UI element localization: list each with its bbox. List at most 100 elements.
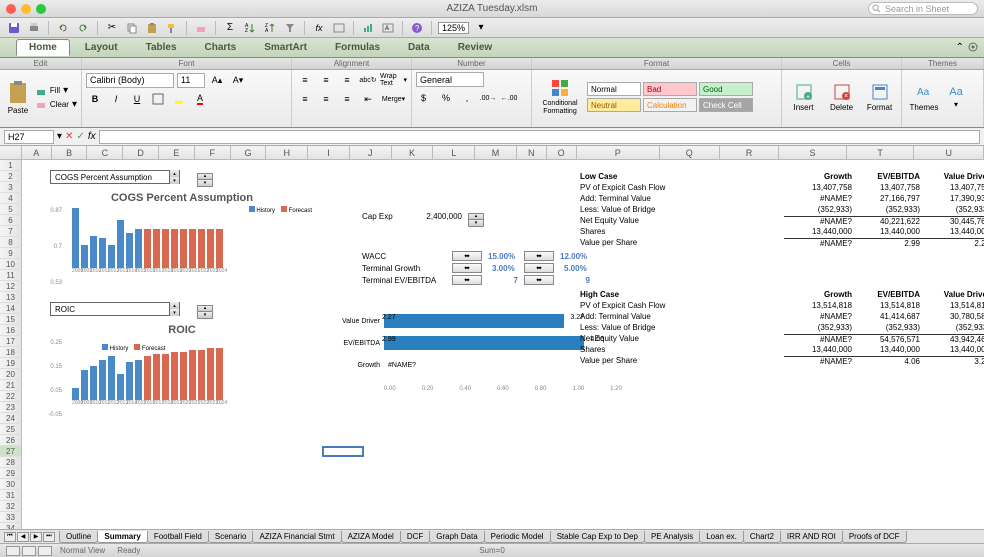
formula-input[interactable]: [99, 130, 980, 144]
fx-icon[interactable]: fx: [311, 20, 327, 36]
col-header[interactable]: I: [308, 146, 350, 159]
align-center-icon[interactable]: ≡: [317, 91, 335, 107]
sheet-first-icon[interactable]: ⏮: [4, 532, 16, 542]
print-icon[interactable]: [26, 20, 42, 36]
fx-icon[interactable]: fx: [88, 131, 96, 142]
zoom-level[interactable]: 125%: [438, 22, 469, 34]
col-header[interactable]: N: [517, 146, 547, 159]
row-header[interactable]: 2: [0, 171, 22, 182]
col-header[interactable]: H: [266, 146, 308, 159]
row-header[interactable]: 19: [0, 358, 22, 369]
format-painter-icon[interactable]: [164, 20, 180, 36]
sort-desc-icon[interactable]: ZA: [262, 20, 278, 36]
normal-view-icon[interactable]: [6, 546, 20, 556]
cells-area[interactable]: COGS Percent Assumption ▴▾ ▴▾ COGS Perce…: [22, 160, 984, 536]
search-sheet-input[interactable]: Search in Sheet: [868, 2, 978, 15]
themes-button[interactable]: AaThemes: [906, 72, 942, 122]
align-mid-icon[interactable]: ≡: [317, 72, 335, 88]
row-header[interactable]: 10: [0, 259, 22, 270]
font-color-button[interactable]: A: [191, 91, 209, 107]
clear-icon[interactable]: [193, 20, 209, 36]
grow-font-icon[interactable]: A▴: [208, 72, 226, 88]
sheet-last-icon[interactable]: ⏭: [43, 532, 55, 542]
chart-cogs[interactable]: COGS Percent Assumption History Forecast…: [42, 188, 322, 298]
indent-dec-icon[interactable]: ⇤: [359, 91, 377, 107]
align-top-icon[interactable]: ≡: [296, 72, 314, 88]
conditional-formatting-button[interactable]: Conditional Formatting: [536, 72, 584, 122]
align-bot-icon[interactable]: ≡: [338, 72, 356, 88]
row-header[interactable]: 29: [0, 468, 22, 479]
spinner[interactable]: ▴▾: [197, 170, 213, 187]
theme-fonts-button[interactable]: Aa▾: [945, 72, 967, 122]
row-header[interactable]: 9: [0, 248, 22, 259]
insert-button[interactable]: +Insert: [786, 72, 821, 122]
row-header[interactable]: 15: [0, 314, 22, 325]
tab-charts[interactable]: Charts: [192, 39, 250, 56]
row-header[interactable]: 30: [0, 479, 22, 490]
percent-icon[interactable]: %: [437, 90, 455, 106]
autosum-icon[interactable]: Σ: [222, 20, 238, 36]
row-header[interactable]: 20: [0, 369, 22, 380]
row-header[interactable]: 14: [0, 303, 22, 314]
col-header[interactable]: P: [577, 146, 660, 159]
name-box[interactable]: H27: [4, 130, 54, 144]
chevron-up-icon[interactable]: ▴: [169, 170, 179, 177]
sheet-tab[interactable]: Summary: [97, 531, 147, 543]
col-header[interactable]: T: [847, 146, 915, 159]
currency-icon[interactable]: $: [416, 90, 434, 106]
roic-dropdown[interactable]: ROIC ▴▾: [50, 302, 180, 316]
tab-smartart[interactable]: SmartArt: [251, 39, 320, 56]
row-header[interactable]: 18: [0, 347, 22, 358]
row-header[interactable]: 26: [0, 435, 22, 446]
col-header[interactable]: S: [779, 146, 847, 159]
row-header[interactable]: 12: [0, 281, 22, 292]
sheet-tab[interactable]: Proofs of DCF: [842, 531, 907, 543]
row-header[interactable]: 11: [0, 270, 22, 281]
style-check-cell[interactable]: Check Cell: [699, 98, 753, 112]
style-calculation[interactable]: Calculation: [643, 98, 697, 112]
sheet-next-icon[interactable]: ▶: [30, 532, 42, 542]
minimize-window-icon[interactable]: [21, 4, 31, 14]
chevron-down-icon[interactable]: ▾: [169, 309, 179, 316]
col-header[interactable]: M: [475, 146, 517, 159]
spinner[interactable]: ▴▾: [197, 302, 213, 319]
format-button[interactable]: Format: [862, 72, 897, 122]
dec-decimal-icon[interactable]: ←.00: [500, 90, 518, 106]
paste-icon[interactable]: [144, 20, 160, 36]
bold-button[interactable]: B: [86, 91, 104, 107]
sheet-tab[interactable]: Scenario: [208, 531, 254, 543]
row-header[interactable]: 24: [0, 413, 22, 424]
capex-spinner[interactable]: ▴▾: [468, 210, 484, 227]
name-box-dropdown-icon[interactable]: ▾: [57, 131, 62, 142]
row-header[interactable]: 1: [0, 160, 22, 171]
redo-icon[interactable]: [75, 20, 91, 36]
style-neutral[interactable]: Neutral: [587, 98, 641, 112]
delete-button[interactable]: ×Delete: [824, 72, 859, 122]
tab-formulas[interactable]: Formulas: [322, 39, 393, 56]
undo-icon[interactable]: [55, 20, 71, 36]
col-header[interactable]: J: [350, 146, 392, 159]
sheet-tab[interactable]: Outline: [59, 531, 98, 543]
col-header[interactable]: O: [547, 146, 577, 159]
cut-icon[interactable]: ✂: [104, 20, 120, 36]
sheet-tab[interactable]: Loan ex.: [699, 531, 744, 543]
col-header[interactable]: U: [914, 146, 984, 159]
wacc-spinner-lo[interactable]: ⬌: [452, 251, 482, 261]
textbox-icon[interactable]: A: [380, 20, 396, 36]
sheet-tab[interactable]: PE Analysis: [644, 531, 700, 543]
page-layout-view-icon[interactable]: [22, 546, 36, 556]
chart-icon[interactable]: [360, 20, 376, 36]
col-header[interactable]: Q: [660, 146, 720, 159]
ribbon-collapse-icon[interactable]: ⌃: [956, 42, 964, 53]
col-header[interactable]: L: [433, 146, 475, 159]
col-header[interactable]: G: [231, 146, 267, 159]
zoom-dropdown-icon[interactable]: ▾: [473, 20, 489, 36]
number-format-select[interactable]: General: [416, 72, 484, 87]
grid[interactable]: ABCDEFGHIJKLMNOPQRSTU 123456789101112131…: [0, 146, 984, 536]
col-header[interactable]: F: [195, 146, 231, 159]
underline-button[interactable]: U: [128, 91, 146, 107]
row-header[interactable]: 28: [0, 457, 22, 468]
row-header[interactable]: 27: [0, 446, 22, 457]
chevron-down-icon[interactable]: ▾: [169, 177, 179, 184]
inc-decimal-icon[interactable]: .00→: [479, 90, 497, 106]
